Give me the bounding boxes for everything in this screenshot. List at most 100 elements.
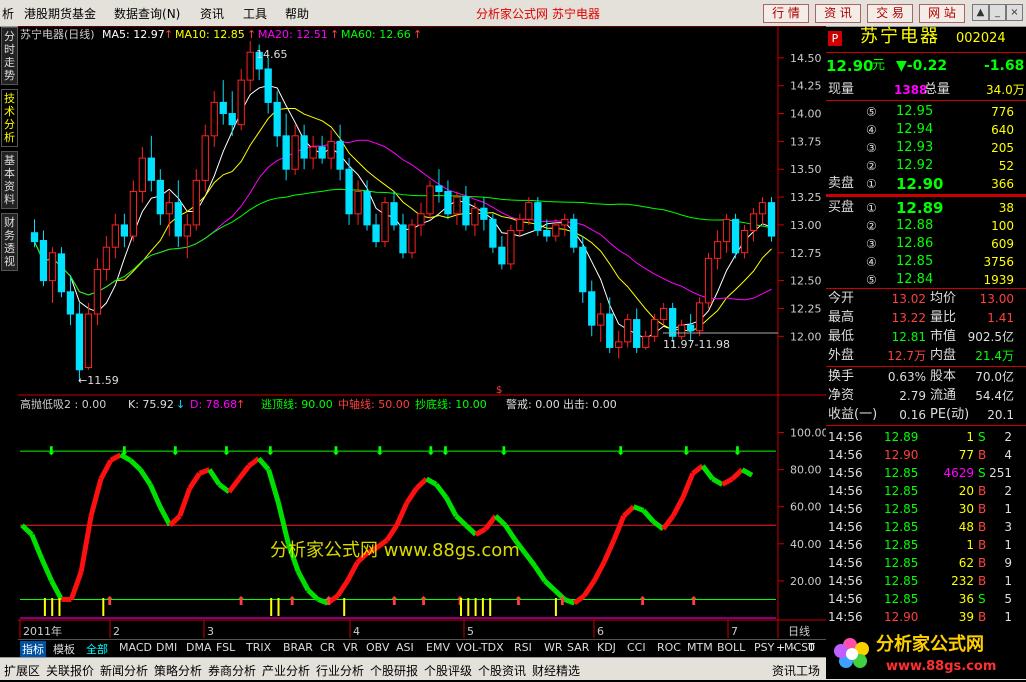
candle-down: [579, 246, 587, 293]
y-tick-label: 13.25: [790, 191, 822, 204]
menu-item-tools[interactable]: 工具: [243, 5, 267, 22]
stat-label: 换手: [828, 369, 855, 384]
ask-level: ③: [866, 141, 877, 155]
bottom-tab-11[interactable]: 资讯工场: [772, 662, 820, 679]
close-icon[interactable]: ×: [1006, 4, 1023, 21]
candle-up: [408, 224, 416, 254]
flower-logo-icon: [834, 638, 869, 668]
signal-up-arrow: ⬆: [689, 594, 699, 608]
ma20-label: MA20: 12.51: [258, 28, 328, 41]
trade-button[interactable]: 交 易: [867, 4, 913, 23]
indicator-tab-sar[interactable]: SAR: [567, 641, 589, 654]
bottom-tab-0[interactable]: 扩展区: [4, 662, 40, 679]
indicator-tab-模板[interactable]: 模板: [53, 641, 75, 657]
bottom-tab-5[interactable]: 产业分析: [262, 662, 310, 679]
bottom-tab-6[interactable]: 行业分析: [316, 662, 364, 679]
indicator-tab-vr[interactable]: VR: [343, 641, 358, 654]
date-tick-label: 3: [207, 625, 214, 638]
bottom-tab-4[interactable]: 券商分析: [208, 662, 256, 679]
chart-area[interactable]: 12.00 12.25 12.50 12.75 13.00 13.25 13.50 13.75…: [0, 26, 826, 640]
indicator-tab-dmi[interactable]: DMI: [156, 641, 177, 654]
minimize-icon[interactable]: _: [989, 4, 1006, 21]
indicator-tab-rsi[interactable]: RSI: [514, 641, 532, 654]
candle-down: [300, 135, 308, 159]
news-button[interactable]: 资 讯: [815, 4, 861, 23]
indicator-tab-boll[interactable]: BOLL: [717, 641, 745, 654]
indicator-tab-brar[interactable]: BRAR: [283, 641, 313, 654]
divider: [826, 288, 1026, 289]
tick-volume: 77: [958, 448, 974, 462]
menu-item-help[interactable]: 帮助: [285, 5, 309, 22]
zoom-in-button[interactable]: +: [776, 641, 785, 654]
menu-item-news[interactable]: 资讯: [200, 5, 224, 22]
candle-up: [192, 179, 200, 226]
indicator-tab-kdj[interactable]: KDJ: [597, 641, 616, 654]
bottom-tab-7[interactable]: 个股研报: [370, 662, 418, 679]
tick-time: 14:56: [828, 592, 863, 606]
tick-price: 12.85: [884, 520, 919, 534]
signal-up-arrow: ⬆: [419, 594, 429, 608]
candle-up: [183, 224, 191, 237]
bottom-tab-1[interactable]: 关联报价: [46, 662, 94, 679]
indicator-tab-全部[interactable]: 全部: [86, 641, 108, 657]
stat-row: 最低 12.81 市值 902.5亿: [826, 328, 1026, 346]
menu-item-hk-futures[interactable]: 港股期货基金: [24, 5, 96, 22]
bottom-tab-9[interactable]: 个股资讯: [478, 662, 526, 679]
indicator-tab-cci[interactable]: CCI: [627, 641, 646, 654]
indicator-tab-指标[interactable]: 指标: [20, 641, 46, 657]
bid-row: ② 12.88 100: [826, 217, 1026, 235]
candle-down: [435, 185, 443, 193]
indicator-tab-wr[interactable]: WR: [544, 641, 563, 654]
menu-item-data-query[interactable]: 数据查询(N): [114, 5, 180, 22]
indicator-tab-asi[interactable]: ASI: [396, 641, 414, 654]
bottom-tab-10[interactable]: 财经精选: [532, 662, 580, 679]
volume-mark: [467, 598, 470, 616]
ind-y-tick-label: 60.00: [790, 501, 822, 514]
bottom-tab-8[interactable]: 个股评级: [424, 662, 472, 679]
volume-mark: [58, 598, 61, 616]
flag-badge: P: [828, 31, 842, 46]
signal-down-arrow: ⬇: [440, 444, 450, 458]
candle-up: [237, 79, 245, 126]
menu-item-analysis[interactable]: 析: [2, 5, 14, 22]
candle-up: [677, 324, 686, 337]
ma10-label: MA10: 12.85: [175, 28, 245, 41]
indicator-tab-vol-tdx[interactable]: VOL-TDX: [456, 641, 504, 654]
ask-price: 12.90: [896, 175, 944, 193]
tick-volume: 20: [958, 484, 974, 498]
indicator-tab-mtm[interactable]: MTM: [687, 641, 713, 654]
indicator-tab-fsl[interactable]: FSL: [216, 641, 235, 654]
signal-down-arrow: ⬇: [732, 444, 742, 458]
candle-up: [84, 313, 93, 368]
indicator-tab-cr[interactable]: CR: [320, 641, 335, 654]
tick-volume: 1: [966, 538, 974, 552]
stat-value: 20.1: [987, 408, 1014, 422]
zoom-out-button[interactable]: -: [792, 641, 796, 654]
candle-up: [615, 341, 623, 348]
stock-code: 002024: [956, 31, 1006, 46]
indicator-tab-obv[interactable]: OBV: [366, 641, 389, 654]
website-button[interactable]: 网 站: [919, 4, 965, 23]
collapse-icon[interactable]: ▲: [972, 4, 989, 21]
indicator-tab-dma[interactable]: DMA: [186, 641, 212, 654]
tick-row: 14:56 12.90 77 B 4: [826, 446, 1026, 464]
candle-up: [165, 202, 173, 215]
stat-row: 收益(一) 0.16 PE(动) 20.1: [826, 406, 1026, 424]
ma5-label: MA5: 12.97: [102, 28, 165, 41]
indicator-tab-emv[interactable]: EMV: [426, 641, 450, 654]
indicator-tab-psy[interactable]: PSY: [754, 641, 774, 654]
tick-time: 14:56: [828, 556, 863, 570]
signal-down-arrow: ⬇: [499, 444, 509, 458]
bottom-tab-2[interactable]: 新闻分析: [100, 662, 148, 679]
indicator-tab-trix[interactable]: TRIX: [246, 641, 271, 654]
dollar-marker: $: [496, 385, 502, 396]
tick-volume: 4629: [943, 466, 974, 480]
indicator-tab-roc[interactable]: ROC: [657, 641, 681, 654]
ask-row: ② 12.92 52: [826, 157, 1026, 175]
bottom-tab-3[interactable]: 策略分析: [154, 662, 202, 679]
indicator-tab-macd[interactable]: MACD: [119, 641, 152, 654]
reset-zoom-button[interactable]: 0: [808, 641, 815, 654]
stat-label: 最低: [828, 329, 855, 344]
quote-button[interactable]: 行 情: [763, 4, 809, 23]
bid-volume: 100: [991, 219, 1014, 233]
